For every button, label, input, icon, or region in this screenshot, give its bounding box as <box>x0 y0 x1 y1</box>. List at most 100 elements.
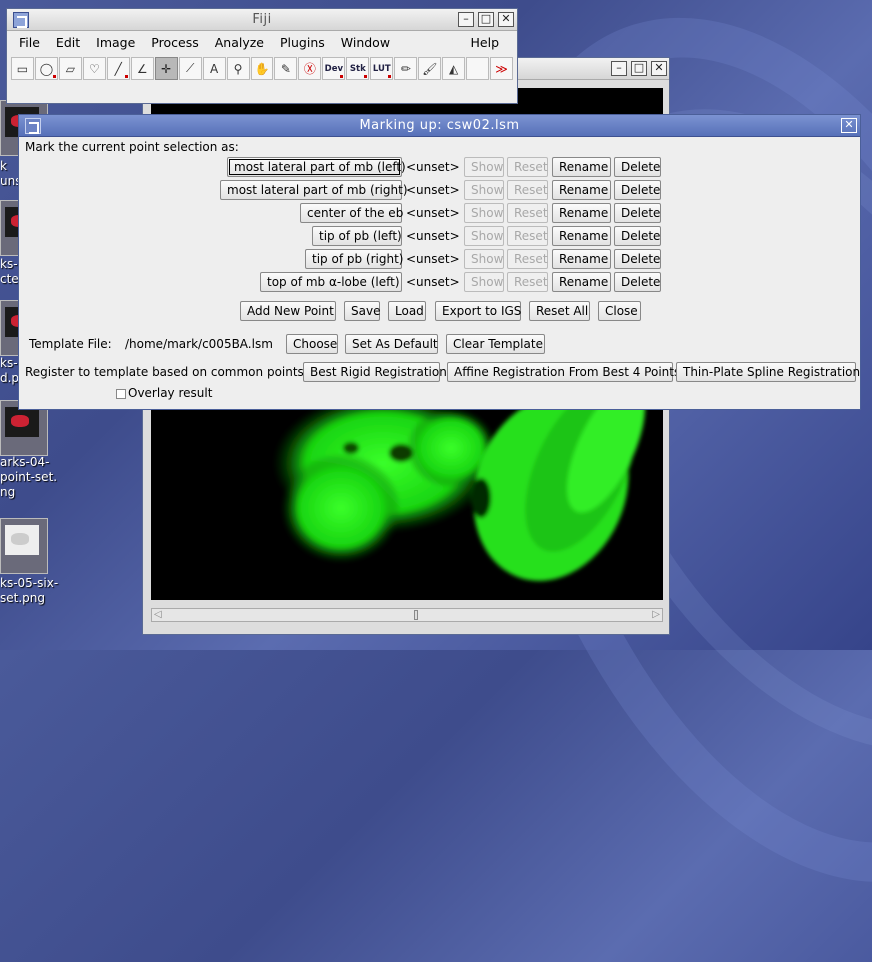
wand-tool-icon[interactable]: ⟋ <box>178 57 202 80</box>
register-label: Register to template based on common poi… <box>25 365 308 379</box>
show-button[interactable]: Show <box>464 226 504 246</box>
text-tool-icon[interactable]: A <box>202 57 226 80</box>
maximize-icon[interactable]: □ <box>631 61 647 76</box>
reset-button[interactable]: Reset <box>507 272 548 292</box>
rename-button[interactable]: Rename <box>552 203 611 223</box>
rename-button[interactable]: Rename <box>552 157 611 177</box>
marking-dialog[interactable]: Marking up: csw02.lsm ✕ Mark the current… <box>18 114 861 410</box>
show-button[interactable]: Show <box>464 249 504 269</box>
hand-tool-icon[interactable]: ✋ <box>250 57 274 80</box>
close-icon[interactable]: ✕ <box>841 118 857 133</box>
delete-button[interactable]: Delete <box>614 272 661 292</box>
reset-button[interactable]: Reset <box>507 203 548 223</box>
rectangle-tool-icon[interactable]: ▭ <box>11 57 34 80</box>
minimize-icon[interactable]: – <box>611 61 627 76</box>
point-label-button[interactable]: most lateral part of mb (right) <box>220 180 408 200</box>
overlay-checkbox[interactable] <box>116 389 126 399</box>
point-tool-icon[interactable]: ✛ <box>154 57 178 80</box>
reset-all-button[interactable]: Reset All <box>529 301 590 321</box>
desktop-file-label[interactable]: arks-04- point-set. ng <box>0 455 57 500</box>
freehand-tool-icon[interactable]: ♡ <box>82 57 106 80</box>
rename-button[interactable]: Rename <box>552 249 611 269</box>
menu-analyze[interactable]: Analyze <box>207 33 272 53</box>
line-tool-icon-glyph: ╱ <box>114 61 122 76</box>
menu-image[interactable]: Image <box>88 33 143 53</box>
line-tool-icon[interactable]: ╱ <box>106 57 130 80</box>
dialog-titlebar[interactable]: Marking up: csw02.lsm ✕ <box>19 115 860 137</box>
stop-icon[interactable]: Ⓧ <box>298 57 322 80</box>
magnifier-icon[interactable]: ⚲ <box>226 57 250 80</box>
point-label-button[interactable]: tip of pb (left) <box>312 226 402 246</box>
export-to-igs-button[interactable]: Export to IGS <box>435 301 521 321</box>
scroll-left-icon[interactable]: ◁ <box>154 609 162 620</box>
dropper-icon[interactable]: ✎ <box>274 57 298 80</box>
show-button[interactable]: Show <box>464 180 504 200</box>
reset-button[interactable]: Reset <box>507 157 548 177</box>
reset-button[interactable]: Reset <box>507 180 548 200</box>
lut-tool-icon[interactable]: LUT <box>370 57 394 80</box>
bucket-icon[interactable]: ◭ <box>442 57 466 80</box>
set-as-default-button[interactable]: Set As Default <box>345 334 438 354</box>
rename-button[interactable]: Rename <box>552 272 611 292</box>
menu-window[interactable]: Window <box>333 33 398 53</box>
show-button[interactable]: Show <box>464 272 504 292</box>
close-button[interactable]: Close <box>598 301 641 321</box>
close-icon[interactable]: ✕ <box>651 61 667 76</box>
oval-tool-icon[interactable]: ◯ <box>34 57 58 80</box>
dev-tool-icon[interactable]: Dev <box>322 57 346 80</box>
more-tools-icon[interactable]: ≫ <box>490 57 514 80</box>
show-button[interactable]: Show <box>464 157 504 177</box>
rename-button[interactable]: Rename <box>552 180 611 200</box>
rename-button[interactable]: Rename <box>552 226 611 246</box>
close-icon[interactable]: ✕ <box>498 12 514 27</box>
point-label-button[interactable]: tip of pb (right) <box>305 249 403 269</box>
scroll-right-icon[interactable]: ▷ <box>652 609 660 620</box>
menu-plugins[interactable]: Plugins <box>272 33 333 53</box>
point-label-button[interactable]: most lateral part of mb (left) <box>227 157 406 177</box>
best-rigid-registration-button[interactable]: Best Rigid Registration <box>303 362 447 382</box>
reset-button[interactable]: Reset <box>507 226 548 246</box>
menu-file[interactable]: File <box>11 33 48 53</box>
clear-template-button[interactable]: Clear Template <box>446 334 545 354</box>
pencil-icon[interactable]: ✏ <box>394 57 418 80</box>
menu-process[interactable]: Process <box>143 33 206 53</box>
menu-edit[interactable]: Edit <box>48 33 88 53</box>
polygon-tool-icon[interactable]: ▱ <box>58 57 82 80</box>
delete-button[interactable]: Delete <box>614 249 661 269</box>
choose-button[interactable]: Choose <box>286 334 338 354</box>
rectangle-tool-icon-glyph: ▭ <box>16 61 29 76</box>
menu-help[interactable]: Help <box>463 33 508 53</box>
delete-button[interactable]: Delete <box>614 180 661 200</box>
desktop-file-label[interactable]: ks-05-six- set.png <box>0 576 58 606</box>
delete-button[interactable]: Delete <box>614 157 661 177</box>
show-button[interactable]: Show <box>464 203 504 223</box>
fiji-window[interactable]: Fiji – □ ✕ File Edit Image Process Analyze Pl… <box>6 8 518 104</box>
load-button[interactable]: Load <box>388 301 426 321</box>
horizontal-scrollbar[interactable]: ◁ ▷ <box>151 608 663 622</box>
scroll-thumb[interactable] <box>414 610 418 620</box>
maximize-icon[interactable]: □ <box>478 12 494 27</box>
stop-icon-glyph: Ⓧ <box>303 62 316 76</box>
reset-button[interactable]: Reset <box>507 249 548 269</box>
brush-icon[interactable]: 🖌 <box>418 57 442 80</box>
polygon-tool-icon-glyph: ▱ <box>65 61 75 76</box>
fiji-titlebar[interactable]: Fiji – □ ✕ <box>7 9 517 31</box>
minimize-icon[interactable]: – <box>458 12 474 27</box>
stk-tool-icon-glyph: Stk <box>349 63 366 74</box>
fiji-title: Fiji <box>252 12 272 27</box>
stk-tool-icon[interactable]: Stk <box>346 57 370 80</box>
desktop-file-thumbnail[interactable] <box>0 518 48 574</box>
point-label-button[interactable]: top of mb α-lobe (left) <box>260 272 402 292</box>
submenu-indicator <box>52 75 56 78</box>
angle-tool-icon[interactable]: ∠ <box>130 57 154 80</box>
submenu-indicator <box>388 75 392 78</box>
empty-slot[interactable] <box>466 57 490 80</box>
affine-registration-button[interactable]: Affine Registration From Best 4 Points <box>447 362 680 382</box>
hand-tool-icon-glyph: ✋ <box>254 61 270 76</box>
add-new-point-button[interactable]: Add New Point <box>240 301 336 321</box>
thin-plate-spline-button[interactable]: Thin-Plate Spline Registration <box>676 362 860 382</box>
point-label-button[interactable]: center of the eb <box>300 203 403 223</box>
save-button[interactable]: Save <box>344 301 380 321</box>
delete-button[interactable]: Delete <box>614 226 661 246</box>
delete-button[interactable]: Delete <box>614 203 661 223</box>
